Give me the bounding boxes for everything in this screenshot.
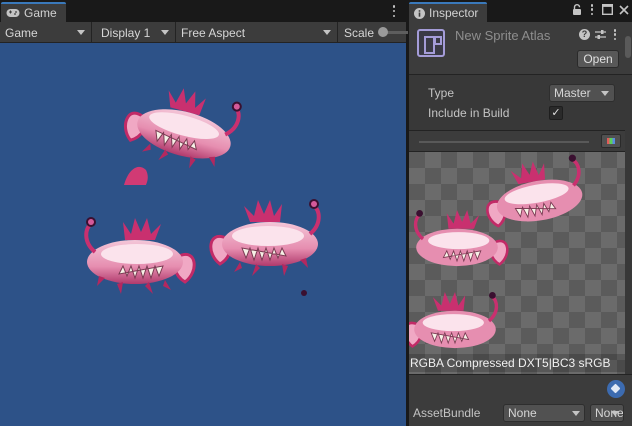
display-dropdown[interactable]: Display 1: [96, 22, 176, 43]
inspector-options-menu-icon[interactable]: [588, 4, 596, 15]
include-in-build-checkbox[interactable]: ✓: [549, 106, 563, 120]
atlas-sprite: [478, 152, 589, 232]
tab-inspector-label: Inspector: [429, 6, 479, 20]
tab-game[interactable]: Game: [1, 2, 66, 22]
game-scene: [0, 43, 406, 426]
asset-bundle-name-value: None: [508, 406, 537, 420]
include-in-build-label: Include in Build: [428, 106, 510, 120]
asset-bundle-label: AssetBundle: [413, 406, 481, 420]
type-dropdown[interactable]: Master: [549, 84, 615, 102]
chevron-down-icon: [77, 30, 85, 35]
scale-label: Scale: [344, 25, 375, 40]
asset-bundle-name-dropdown[interactable]: None: [503, 404, 585, 422]
lock-icon[interactable]: [572, 4, 582, 15]
scale-slider-handle[interactable]: [378, 27, 389, 37]
preview-resize-handle[interactable]: [419, 141, 589, 143]
asset-header-icons: ?: [579, 29, 619, 40]
type-value: Master: [554, 86, 591, 100]
asset-bundle-area: AssetBundle None None: [409, 374, 632, 426]
gamepad-icon: [6, 9, 20, 17]
sprite-atlas-icon: [417, 29, 445, 57]
game-options-menu-icon[interactable]: [390, 4, 398, 18]
property-include-in-build-row: Include in Build ✓: [409, 103, 625, 123]
chevron-down-icon: [572, 411, 580, 416]
inspector-tab-bar: Inspector: [409, 0, 632, 22]
scale-slider[interactable]: [378, 27, 411, 37]
help-icon[interactable]: ?: [579, 29, 590, 40]
chevron-down-icon: [601, 91, 609, 96]
chevron-down-icon: [161, 30, 169, 35]
inspector-tab-tools: [572, 4, 629, 15]
scale-control: Scale: [339, 22, 411, 43]
game-viewport[interactable]: [0, 43, 406, 426]
sprite-fragment: [301, 290, 307, 296]
info-icon: [414, 7, 425, 19]
display-label: Display 1: [101, 25, 151, 40]
chevron-down-icon: [611, 411, 619, 416]
asset-options-menu-icon[interactable]: [611, 29, 619, 40]
property-type-row: Type Master: [409, 83, 625, 103]
atlas-preview: RGBA Compressed DXT5|BC3 sRGB: [409, 152, 625, 374]
texture-format-info: RGBA Compressed DXT5|BC3 sRGB: [409, 354, 625, 372]
game-toolbar: Game Display 1 Free Aspect Scale: [0, 22, 411, 43]
atlas-sprite: [409, 290, 499, 350]
maximize-icon[interactable]: [602, 4, 613, 15]
tab-inspector[interactable]: Inspector: [409, 2, 488, 22]
settings-sliders-icon[interactable]: [595, 29, 606, 40]
game-view-panel: Game Game Display 1 Free Aspect Scale: [0, 0, 411, 426]
view-mode-label: Game: [5, 25, 38, 40]
asset-title: New Sprite Atlas: [455, 28, 551, 43]
type-label: Type: [428, 86, 455, 100]
inspector-panel: Inspector New Sprite Atlas ? Open Type M…: [408, 0, 632, 426]
inspector-scrollbar[interactable]: [624, 22, 632, 402]
atlas-preview-image: [409, 152, 589, 350]
close-icon[interactable]: [619, 4, 629, 15]
aspect-label: Free Aspect: [181, 25, 246, 40]
chevron-down-icon: [323, 30, 331, 35]
open-button[interactable]: Open: [577, 50, 619, 68]
view-mode-dropdown[interactable]: Game: [0, 22, 92, 43]
tab-game-label: Game: [24, 6, 57, 20]
aspect-dropdown[interactable]: Free Aspect: [176, 22, 338, 43]
inspector-scrollbar-thumb[interactable]: [625, 36, 631, 58]
asset-bundle-variant-value: None: [595, 406, 624, 420]
asset-bundle-variant-dropdown[interactable]: None: [590, 404, 624, 422]
rgb-channel-icon: [607, 138, 615, 144]
asset-header: New Sprite Atlas ? Open: [409, 22, 632, 75]
preview-header: [409, 130, 625, 152]
label-tag-icon[interactable]: [607, 380, 625, 398]
color-channel-button[interactable]: [601, 134, 621, 148]
game-tab-bar: Game: [0, 0, 406, 22]
